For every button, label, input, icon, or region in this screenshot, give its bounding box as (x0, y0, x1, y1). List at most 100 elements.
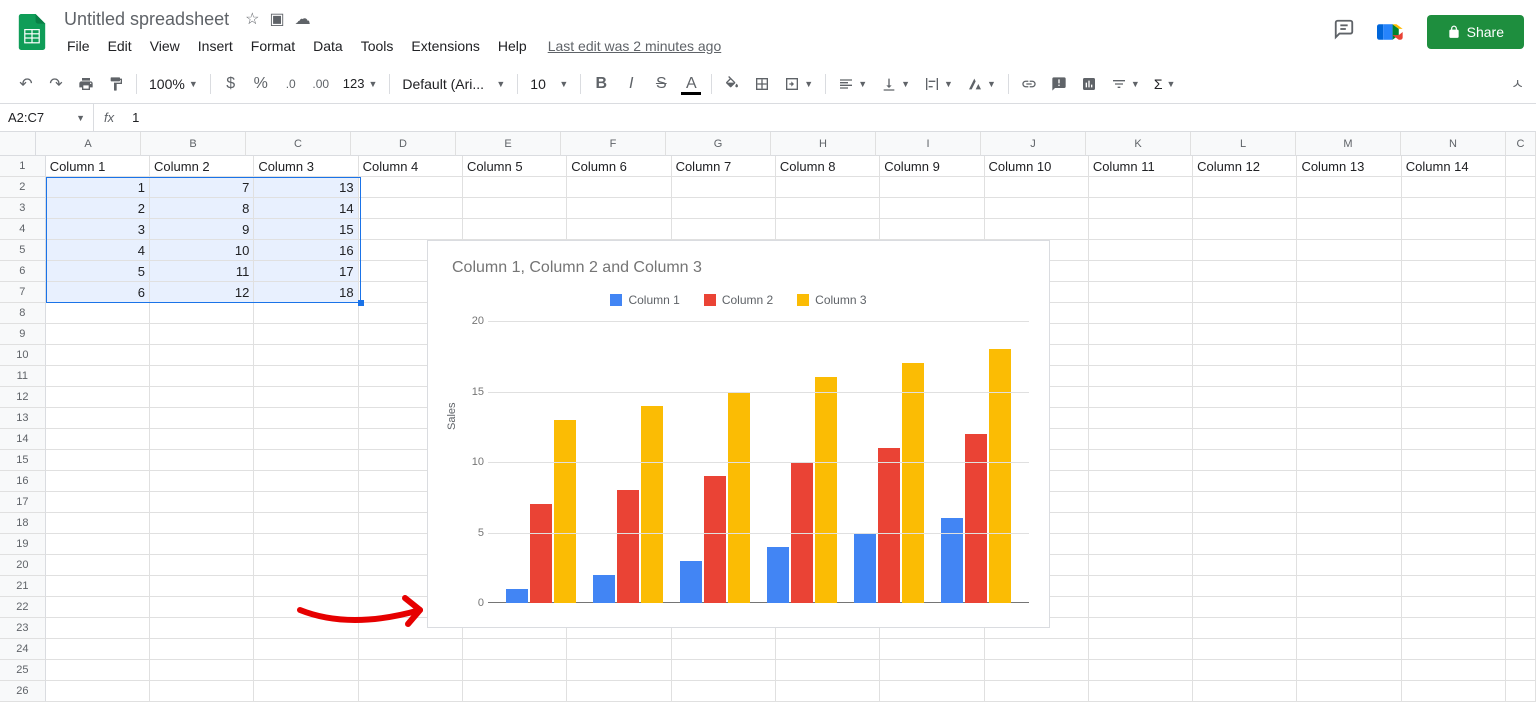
borders-button[interactable] (748, 70, 776, 98)
cell[interactable] (359, 177, 463, 198)
cell[interactable] (1297, 681, 1401, 702)
formula-input[interactable]: 1 (124, 104, 1536, 131)
row-header[interactable]: 7 (0, 282, 46, 303)
cell[interactable] (1193, 681, 1297, 702)
merge-cells-button[interactable]: ▼ (778, 76, 819, 92)
print-button[interactable] (72, 70, 100, 98)
more-formats-select[interactable]: 123▼ (337, 76, 384, 91)
cell[interactable] (1402, 534, 1506, 555)
cell[interactable] (567, 639, 671, 660)
col-header[interactable]: K (1086, 132, 1191, 156)
italic-button[interactable]: I (617, 70, 645, 98)
cell[interactable] (1089, 492, 1193, 513)
row-header[interactable]: 25 (0, 660, 46, 681)
row-header[interactable]: 8 (0, 303, 46, 324)
star-icon[interactable]: ☆ (245, 9, 259, 29)
cell[interactable] (1402, 303, 1506, 324)
cell[interactable]: 9 (150, 219, 254, 240)
cell[interactable] (1089, 576, 1193, 597)
h-align-button[interactable]: ▼ (832, 76, 873, 92)
cell[interactable] (1297, 303, 1401, 324)
cell[interactable] (46, 345, 150, 366)
cell[interactable] (1193, 408, 1297, 429)
cell[interactable] (1402, 492, 1506, 513)
row-header[interactable]: 21 (0, 576, 46, 597)
cell[interactable] (150, 513, 254, 534)
cell[interactable] (254, 492, 358, 513)
cell[interactable] (985, 198, 1089, 219)
col-header[interactable]: I (876, 132, 981, 156)
menu-extensions[interactable]: Extensions (404, 34, 486, 58)
cell[interactable] (776, 639, 880, 660)
cell[interactable] (1193, 345, 1297, 366)
cell[interactable] (1193, 387, 1297, 408)
selection-handle[interactable] (358, 300, 364, 306)
cell[interactable] (776, 660, 880, 681)
cell[interactable]: 6 (46, 282, 150, 303)
cell[interactable] (1402, 576, 1506, 597)
cell[interactable] (463, 639, 567, 660)
cell[interactable] (46, 408, 150, 429)
v-align-button[interactable]: ▼ (875, 76, 916, 92)
cell[interactable] (1506, 303, 1536, 324)
menu-help[interactable]: Help (491, 34, 534, 58)
cell[interactable] (254, 450, 358, 471)
cell[interactable]: 1 (46, 177, 150, 198)
cell[interactable] (1297, 261, 1401, 282)
cell[interactable] (1402, 177, 1506, 198)
cell[interactable] (254, 408, 358, 429)
cell[interactable] (1297, 534, 1401, 555)
cell[interactable] (1193, 576, 1297, 597)
cell[interactable]: 17 (254, 261, 358, 282)
cell[interactable] (359, 198, 463, 219)
cell[interactable] (1193, 303, 1297, 324)
cell[interactable] (254, 681, 358, 702)
cell[interactable] (1297, 576, 1401, 597)
cell[interactable] (1506, 492, 1536, 513)
cell[interactable] (1089, 597, 1193, 618)
row-header[interactable]: 5 (0, 240, 46, 261)
cell[interactable]: 16 (254, 240, 358, 261)
name-box[interactable]: A2:C7▼ (0, 104, 94, 131)
row-header[interactable]: 1 (0, 156, 46, 177)
cell[interactable] (150, 492, 254, 513)
cell[interactable] (1402, 450, 1506, 471)
cell[interactable] (672, 219, 776, 240)
cell[interactable] (359, 219, 463, 240)
cell[interactable] (1089, 471, 1193, 492)
col-header[interactable]: N (1401, 132, 1506, 156)
paint-format-button[interactable] (102, 70, 130, 98)
cell[interactable] (1193, 555, 1297, 576)
cell[interactable] (463, 219, 567, 240)
cell[interactable] (1193, 492, 1297, 513)
cell[interactable] (1506, 471, 1536, 492)
cell[interactable] (1506, 366, 1536, 387)
col-header[interactable]: G (666, 132, 771, 156)
col-header[interactable]: C (246, 132, 351, 156)
cell[interactable] (1089, 450, 1193, 471)
cell[interactable] (1506, 219, 1536, 240)
cell[interactable] (1089, 324, 1193, 345)
cell[interactable]: 13 (254, 177, 358, 198)
cell[interactable] (46, 681, 150, 702)
cell[interactable] (254, 555, 358, 576)
cell[interactable] (1402, 324, 1506, 345)
share-button[interactable]: Share (1427, 15, 1524, 49)
cell[interactable] (254, 345, 358, 366)
cell[interactable] (1297, 240, 1401, 261)
cell[interactable] (1193, 240, 1297, 261)
cell[interactable] (1089, 387, 1193, 408)
col-header[interactable]: A (36, 132, 141, 156)
cell[interactable] (567, 219, 671, 240)
cell[interactable] (1297, 366, 1401, 387)
cell[interactable] (1193, 219, 1297, 240)
cell[interactable] (985, 177, 1089, 198)
cell[interactable] (1402, 198, 1506, 219)
cell[interactable] (1089, 513, 1193, 534)
cell[interactable] (1297, 177, 1401, 198)
font-select[interactable]: Default (Ari...▼ (396, 76, 511, 92)
cell[interactable]: Column 11 (1089, 156, 1193, 177)
row-header[interactable]: 10 (0, 345, 46, 366)
cell[interactable]: 18 (254, 282, 358, 303)
move-icon[interactable]: ▣ (269, 9, 284, 29)
